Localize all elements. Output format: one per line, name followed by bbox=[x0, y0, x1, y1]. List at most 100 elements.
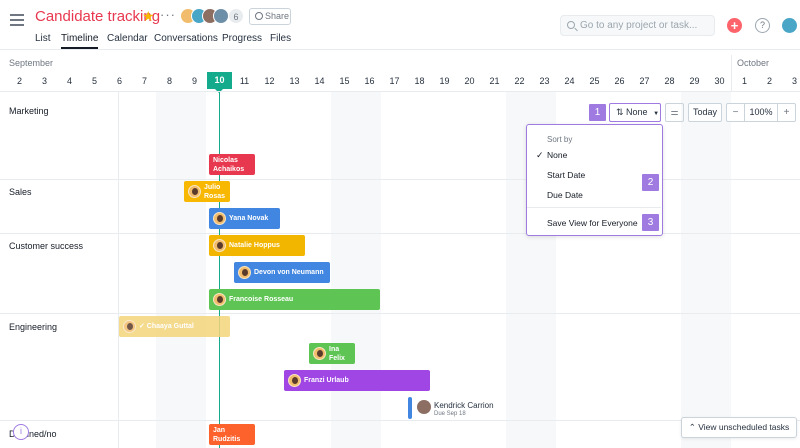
task-bar[interactable]: Natalie Hoppus bbox=[209, 235, 305, 256]
day-number: 16 bbox=[364, 76, 375, 86]
filter-button[interactable]: ⚌ bbox=[665, 103, 684, 122]
day-number: 13 bbox=[289, 76, 300, 86]
zoom-in-button[interactable]: + bbox=[777, 103, 796, 122]
day-number: 6 bbox=[116, 76, 122, 86]
task-name: Ina Felix bbox=[329, 345, 345, 362]
share-icon bbox=[255, 12, 263, 20]
sort-button-label: None bbox=[626, 107, 648, 117]
section-divider bbox=[0, 233, 800, 234]
task-bar[interactable]: Nicolas Achaikos bbox=[209, 154, 255, 175]
day-number: 12 bbox=[264, 76, 275, 86]
day-number: 2 bbox=[16, 76, 22, 86]
annotation-badge: 2 bbox=[642, 174, 659, 191]
zoom-level[interactable]: 100% bbox=[744, 103, 778, 122]
day-number: 26 bbox=[614, 76, 625, 86]
task-name: Jan Rudzitis bbox=[213, 426, 241, 443]
menu-divider bbox=[527, 207, 661, 208]
month-label: September bbox=[9, 58, 54, 68]
task-name: Natalie Hoppus bbox=[229, 242, 280, 249]
sort-option-none[interactable]: None bbox=[547, 150, 567, 160]
day-number: 14 bbox=[314, 76, 325, 86]
task-bar[interactable]: ✓ Chaaya Guttal bbox=[119, 316, 230, 337]
today-button[interactable]: Today bbox=[688, 103, 722, 122]
filter-icon: ⚌ bbox=[670, 107, 679, 117]
day-number: 24 bbox=[564, 76, 575, 86]
day-number: 9 bbox=[191, 76, 197, 86]
today-marker: 10 bbox=[207, 72, 232, 93]
annotation-badge: 3 bbox=[642, 214, 659, 231]
tab-progress[interactable]: Progress bbox=[222, 33, 262, 44]
task-name: ✓ Chaaya Guttal bbox=[139, 323, 194, 330]
top-bar: Candidate tracking ★ ··· 6 Share List Ti… bbox=[0, 0, 800, 50]
more-options-icon[interactable]: ··· bbox=[160, 7, 176, 22]
share-button[interactable]: Share bbox=[249, 8, 291, 25]
task-bar[interactable]: Jan Rudzitis bbox=[209, 424, 255, 445]
tab-timeline[interactable]: Timeline bbox=[61, 33, 99, 49]
task-name: Nicolas Achaikos bbox=[213, 156, 245, 173]
tab-calendar[interactable]: Calendar bbox=[107, 33, 148, 44]
today-line bbox=[219, 92, 220, 448]
view-unscheduled-tasks-button[interactable]: ⌃ View unscheduled tasks bbox=[681, 417, 797, 438]
sort-button[interactable]: ⇅ None ▼ bbox=[609, 103, 661, 122]
zoom-out-button[interactable]: − bbox=[726, 103, 745, 122]
star-icon[interactable]: ★ bbox=[142, 8, 155, 25]
member-count-badge: 6 bbox=[228, 8, 244, 24]
task-name: Julio Rosas bbox=[204, 183, 226, 200]
user-avatar[interactable] bbox=[782, 18, 797, 33]
info-icon[interactable]: i bbox=[13, 424, 29, 440]
milestone-avatar bbox=[417, 400, 431, 414]
milestone-bar[interactable] bbox=[408, 397, 412, 419]
weekend-shade bbox=[681, 92, 731, 448]
task-bar[interactable]: Devon von Neumann bbox=[234, 262, 330, 283]
task-bar[interactable]: Francoise Rosseau bbox=[209, 289, 380, 310]
unscheduled-label: View unscheduled tasks bbox=[698, 422, 790, 432]
sort-option-due-date[interactable]: Due Date bbox=[547, 190, 583, 200]
checkmark-icon: ✓ bbox=[536, 150, 544, 160]
sort-menu-header: Sort by bbox=[547, 135, 573, 144]
day-number: 22 bbox=[514, 76, 525, 86]
day-number: 18 bbox=[414, 76, 425, 86]
hamburger-menu-icon[interactable] bbox=[10, 14, 24, 26]
day-number: 4 bbox=[66, 76, 72, 86]
assignee-avatar bbox=[288, 374, 301, 387]
assignee-avatar bbox=[213, 239, 226, 252]
day-number: 3 bbox=[791, 76, 797, 86]
task-bar[interactable]: Julio Rosas bbox=[184, 181, 230, 202]
quick-add-button[interactable]: + bbox=[727, 18, 742, 33]
help-button[interactable]: ? bbox=[755, 18, 770, 33]
assignee-avatar bbox=[188, 185, 201, 198]
day-number: 19 bbox=[439, 76, 450, 86]
day-number: 5 bbox=[91, 76, 97, 86]
task-bar[interactable]: Ina Felix bbox=[309, 343, 355, 364]
search-icon bbox=[567, 21, 575, 29]
search-placeholder: Go to any project or task... bbox=[580, 20, 698, 31]
section-divider bbox=[0, 179, 800, 180]
annotation-badge: 1 bbox=[589, 104, 606, 121]
day-number: 28 bbox=[664, 76, 675, 86]
section-sales[interactable]: Sales bbox=[9, 187, 32, 197]
section-marketing[interactable]: Marketing bbox=[9, 106, 49, 116]
day-number: 23 bbox=[539, 76, 550, 86]
sort-option-start-date[interactable]: Start Date bbox=[547, 170, 585, 180]
task-bar[interactable]: Franzi Urlaub bbox=[284, 370, 430, 391]
milestone-name[interactable]: Kendrick Carrion bbox=[434, 401, 494, 410]
section-customer-success[interactable]: Customer success bbox=[9, 241, 83, 251]
chevron-down-icon: ▼ bbox=[653, 111, 660, 117]
task-bar[interactable]: Yana Novak bbox=[209, 208, 280, 229]
day-number: 17 bbox=[389, 76, 400, 86]
day-number: 2 bbox=[766, 76, 772, 86]
day-number: 8 bbox=[166, 76, 172, 86]
search-input[interactable]: Go to any project or task... bbox=[560, 15, 715, 36]
day-number: 29 bbox=[689, 76, 700, 86]
save-view-for-everyone[interactable]: Save View for Everyone bbox=[547, 218, 638, 228]
tab-list[interactable]: List bbox=[35, 33, 51, 44]
assignee-avatar bbox=[123, 320, 136, 333]
section-engineering[interactable]: Engineering bbox=[9, 322, 57, 332]
timeline-grid: Marketing Sales Customer success Enginee… bbox=[0, 92, 800, 448]
weekend-shade bbox=[156, 92, 206, 448]
tab-conversations[interactable]: Conversations bbox=[154, 33, 218, 44]
task-name: Yana Novak bbox=[229, 215, 269, 222]
assignee-avatar bbox=[213, 212, 226, 225]
chevron-up-icon: ⌃ bbox=[688, 422, 699, 432]
tab-files[interactable]: Files bbox=[270, 33, 291, 44]
